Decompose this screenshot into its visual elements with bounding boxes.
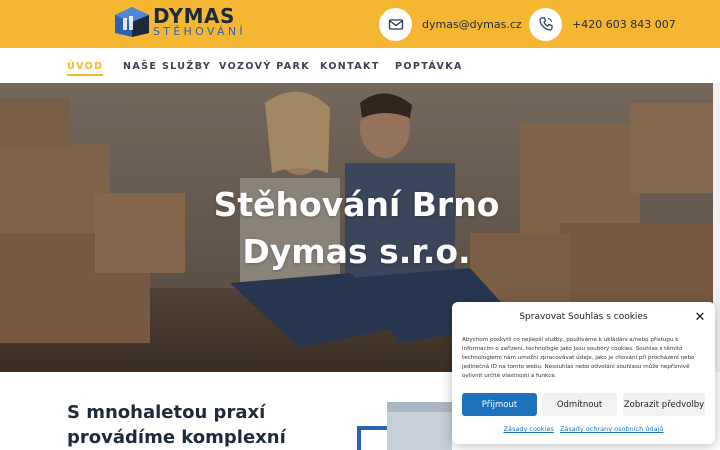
hero-title-line1: Stěhování Brno bbox=[213, 185, 500, 224]
cookie-dialog-text: Abychom poskytli co nejlepší služby, pou… bbox=[462, 337, 695, 380]
intro-heading-line2: provádíme komplexní bbox=[67, 427, 286, 448]
contact-email-text[interactable]: dymas@dymas.cz bbox=[422, 18, 522, 31]
nav-item-nase-sluzby[interactable]: NAŠE SLUŽBY bbox=[123, 61, 211, 72]
cookie-consent-dialog: Spravovat Souhlas s cookies ✕ Abychom po… bbox=[452, 302, 715, 444]
deny-cookies-button[interactable]: Odmítnout bbox=[542, 393, 617, 416]
accept-cookies-button[interactable]: Přijmout bbox=[462, 393, 537, 416]
intro-heading: S mnohaletou praxí provádíme komplexní bbox=[67, 400, 327, 450]
contact-email[interactable]: dymas@dymas.cz bbox=[379, 7, 522, 41]
hero-title: Stěhování Brno Dymas s.r.o. bbox=[0, 181, 713, 275]
main-nav: ÚVOD NAŠE SLUŽBY VOZOVÝ PARK KONTAKT POP… bbox=[0, 48, 720, 83]
view-preferences-button[interactable]: Zobrazit předvolby bbox=[623, 393, 705, 416]
contact-phone-text[interactable]: +420 603 843 007 bbox=[572, 18, 676, 31]
top-bar: DYMAS STĚHOVÁNÍ dymas@dymas.cz +420 603 … bbox=[0, 0, 720, 48]
logo-name: DYMAS bbox=[153, 4, 235, 28]
close-icon[interactable]: ✕ bbox=[693, 311, 707, 325]
nav-item-poptavka[interactable]: POPTÁVKA bbox=[395, 61, 463, 72]
phone-icon bbox=[529, 7, 562, 41]
intro-heading-line1: S mnohaletou praxí bbox=[67, 402, 266, 423]
site-logo[interactable]: DYMAS STĚHOVÁNÍ bbox=[113, 4, 248, 40]
contact-phone[interactable]: +420 603 843 007 bbox=[529, 7, 676, 41]
intro-image bbox=[357, 402, 452, 450]
envelope-icon bbox=[379, 7, 412, 41]
hero-title-line2: Dymas s.r.o. bbox=[242, 232, 471, 271]
nav-item-vozovy-park[interactable]: VOZOVÝ PARK bbox=[219, 61, 310, 72]
cookie-dialog-title: Spravovat Souhlas s cookies bbox=[519, 312, 648, 322]
nav-item-kontakt[interactable]: KONTAKT bbox=[320, 61, 380, 72]
cookie-policy-link[interactable]: Zásady cookies bbox=[504, 425, 554, 433]
privacy-policy-link[interactable]: Zásady ochrany osobních údajů bbox=[560, 425, 664, 433]
logo-tagline: STĚHOVÁNÍ bbox=[153, 25, 246, 38]
cookie-dialog-links: Zásady cookies Zásady ochrany osobních ú… bbox=[452, 425, 715, 433]
logo-mark-icon bbox=[115, 7, 149, 37]
nav-item-uvod[interactable]: ÚVOD bbox=[67, 61, 104, 76]
